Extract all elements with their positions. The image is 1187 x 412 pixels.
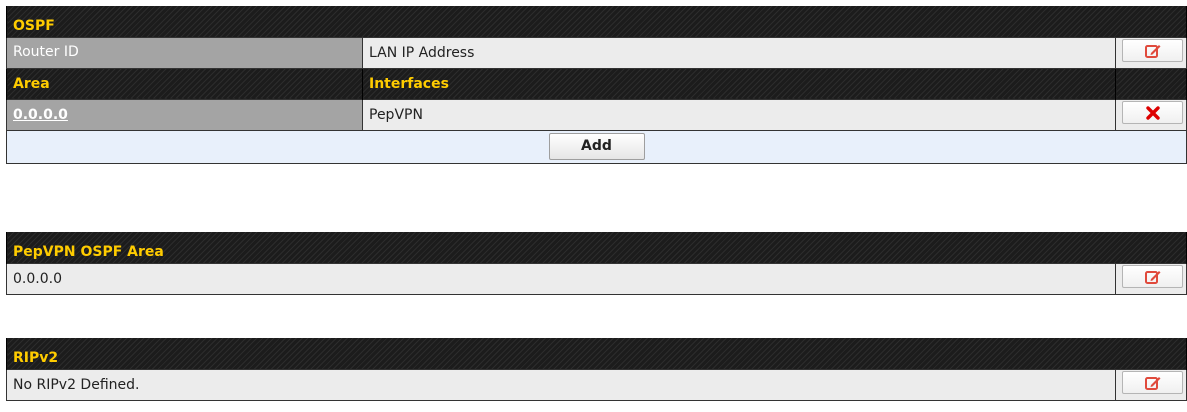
ripv2-action-cell — [1115, 368, 1187, 401]
pepvpn-action-cell — [1114, 262, 1187, 295]
router-id-row: Router ID LAN IP Address — [6, 36, 1187, 69]
pepvpn-area-value: 0.0.0.0 — [6, 262, 1116, 295]
pepvpn-ospf-table: PepVPN OSPF Area 0.0.0.0 — [5, 232, 1187, 295]
ospf-header-row: OSPF — [5, 6, 1187, 37]
ripv2-header-row: RIPv2 — [6, 338, 1187, 369]
add-row: Add — [5, 129, 1187, 164]
area-column-header: Area — [6, 68, 363, 99]
edit-icon — [1144, 376, 1160, 390]
edit-icon — [1144, 270, 1160, 284]
area-header-row: Area Interfaces — [6, 68, 1187, 99]
delete-area-button[interactable] — [1122, 101, 1183, 124]
routing-page: OSPF Router ID LAN IP Address Area Inter… — [0, 0, 1187, 412]
add-area-button[interactable]: Add — [548, 133, 645, 160]
ripv2-table: RIPv2 No RIPv2 Defined. — [6, 338, 1187, 401]
edit-icon — [1144, 44, 1160, 58]
add-cell: Add — [5, 129, 1187, 164]
area-row: 0.0.0.0 PepVPN — [6, 98, 1187, 131]
ospf-title: OSPF — [5, 6, 1187, 37]
action-column-header — [1114, 68, 1187, 99]
edit-pepvpn-button[interactable] — [1122, 265, 1183, 288]
ripv2-row: No RIPv2 Defined. — [6, 368, 1187, 401]
pepvpn-title: PepVPN OSPF Area — [5, 232, 1187, 263]
edit-ripv2-button[interactable] — [1122, 371, 1183, 394]
ospf-table: OSPF Router ID LAN IP Address Area Inter… — [5, 6, 1187, 164]
area-cell: 0.0.0.0 — [6, 98, 363, 131]
edit-router-id-button[interactable] — [1122, 39, 1183, 62]
pepvpn-row: 0.0.0.0 — [6, 262, 1187, 295]
area-interfaces: PepVPN — [362, 98, 1116, 131]
delete-icon — [1145, 105, 1160, 120]
ripv2-title: RIPv2 — [6, 338, 1187, 369]
ripv2-empty-message: No RIPv2 Defined. — [6, 368, 1116, 401]
router-id-value: LAN IP Address — [362, 36, 1116, 69]
pepvpn-header-row: PepVPN OSPF Area — [5, 232, 1187, 263]
area-action-cell — [1114, 98, 1187, 131]
router-id-action-cell — [1114, 36, 1187, 69]
area-link[interactable]: 0.0.0.0 — [13, 107, 68, 123]
interfaces-column-header: Interfaces — [362, 68, 1116, 99]
router-id-label: Router ID — [6, 36, 363, 69]
